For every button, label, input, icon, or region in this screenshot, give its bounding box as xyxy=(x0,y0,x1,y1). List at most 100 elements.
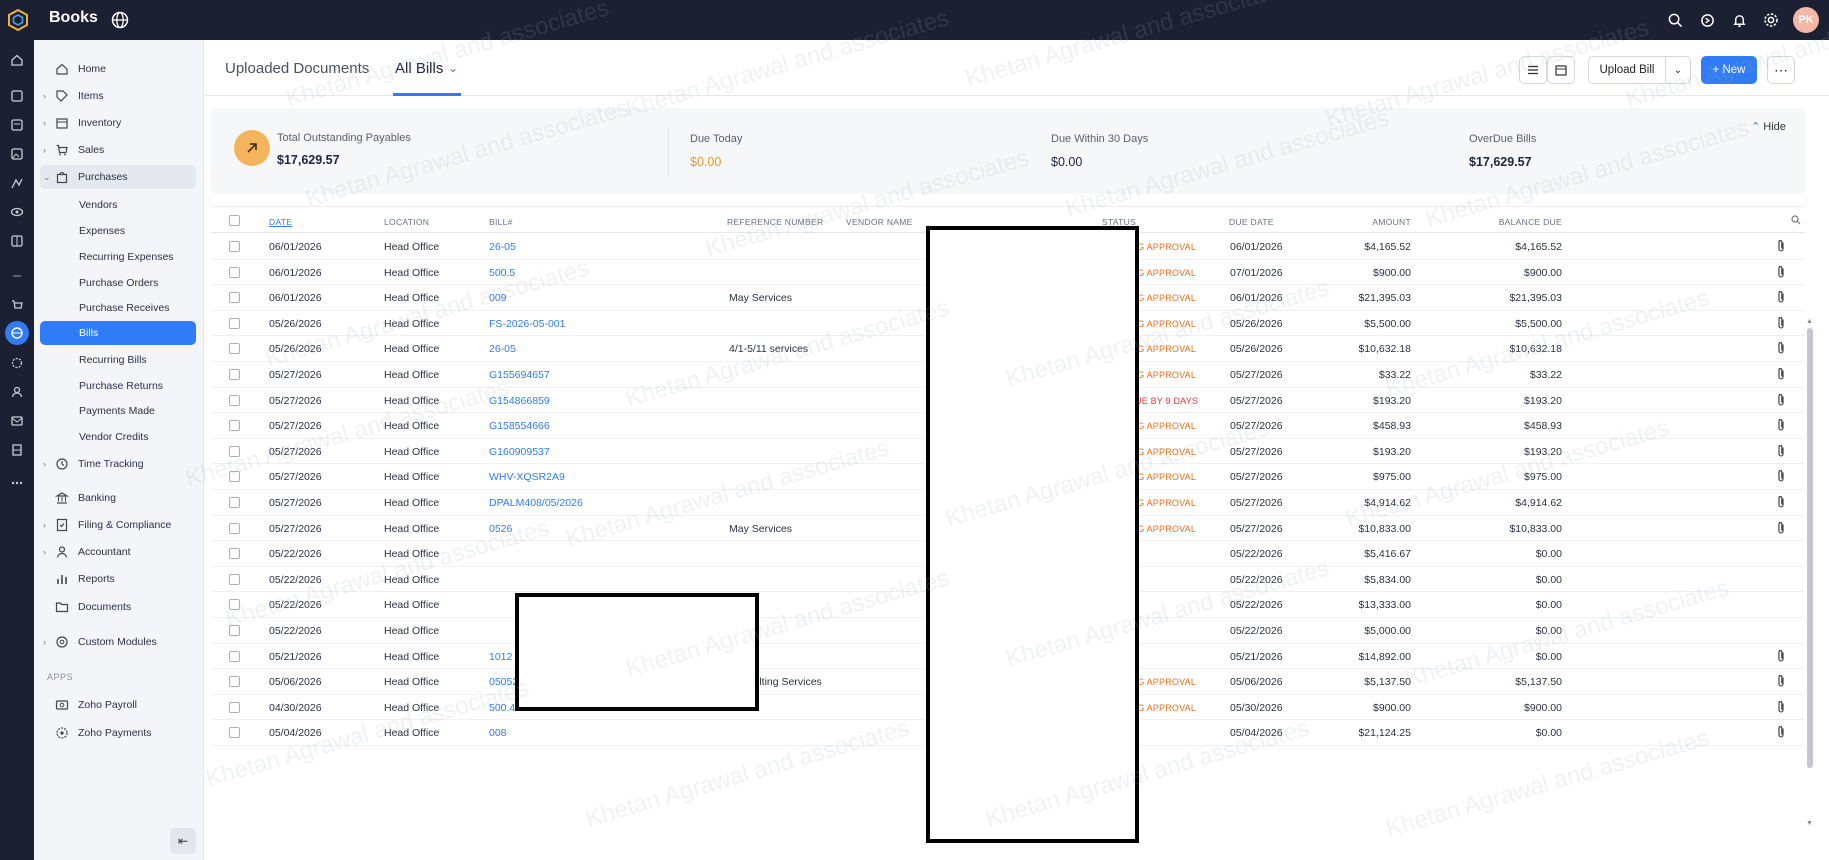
row-checkbox[interactable] xyxy=(229,522,240,534)
collapse-sidebar-button[interactable]: ⇤ xyxy=(170,828,196,854)
sidebar-item-zoho-payroll[interactable]: Zoho Payroll xyxy=(40,693,196,717)
rail-more-icon[interactable] xyxy=(7,473,27,493)
attachment-icon[interactable] xyxy=(1776,700,1786,714)
rail-cart-icon[interactable] xyxy=(7,295,27,315)
row-checkbox[interactable] xyxy=(229,497,240,508)
attachment-icon[interactable] xyxy=(1776,316,1786,330)
bell-icon[interactable] xyxy=(1729,10,1749,30)
sidebar-item-home[interactable]: Home xyxy=(40,57,196,81)
grid-view-button[interactable] xyxy=(1547,56,1575,84)
row-checkbox[interactable] xyxy=(229,676,240,688)
row-checkbox[interactable] xyxy=(229,650,240,662)
sidebar-item-inventory[interactable]: › Inventory xyxy=(40,111,196,135)
row-checkbox[interactable] xyxy=(229,445,240,457)
attachment-icon[interactable] xyxy=(1776,495,1786,509)
attachment-icon[interactable] xyxy=(1776,239,1786,253)
row-checkbox[interactable] xyxy=(229,266,240,278)
hide-summary-button[interactable]: ⌃ Hide xyxy=(1751,120,1786,133)
row-checkbox[interactable] xyxy=(229,625,240,636)
sidebar-item-purchase-orders[interactable]: Purchase Orders xyxy=(40,271,196,295)
attachment-icon[interactable] xyxy=(1776,341,1786,355)
sidebar-item-recurring-expenses[interactable]: Recurring Expenses xyxy=(40,245,196,269)
scroll-up-arrow-icon[interactable]: ▲ xyxy=(1806,318,1813,325)
row-checkbox[interactable] xyxy=(229,420,240,432)
cell-bill-number-link[interactable]: 26-05 xyxy=(489,241,516,253)
rail-analytics-icon[interactable] xyxy=(7,173,27,193)
cell-bill-number-link[interactable]: G154866859 xyxy=(489,395,550,407)
sidebar-item-zoho-payments[interactable]: Zoho Payments xyxy=(40,721,196,745)
sidebar-item-expenses[interactable]: Expenses xyxy=(40,219,196,243)
row-checkbox[interactable] xyxy=(229,573,240,585)
sidebar-item-reports[interactable]: Reports xyxy=(40,567,196,591)
row-checkbox[interactable] xyxy=(229,548,240,560)
cell-bill-number-link[interactable]: 26-05 xyxy=(489,343,516,355)
column-vendor-name[interactable]: VENDOR NAME xyxy=(846,217,913,227)
list-view-button[interactable] xyxy=(1519,56,1547,84)
rail-grid-icon[interactable] xyxy=(7,231,27,251)
rail-building-icon[interactable] xyxy=(7,440,27,460)
sidebar-item-recurring-bills[interactable]: Recurring Bills xyxy=(40,348,196,372)
sidebar-item-items[interactable]: › Items xyxy=(40,84,196,108)
new-bill-button[interactable]: + New xyxy=(1701,56,1757,84)
sidebar-item-purchase-returns[interactable]: Purchase Returns xyxy=(40,374,196,398)
sidebar-item-purchases[interactable]: ⌄ Purchases xyxy=(40,165,196,189)
row-checkbox[interactable] xyxy=(229,241,240,252)
cell-bill-number-link[interactable]: DPALM408/05/2026 xyxy=(489,497,583,509)
table-search-icon[interactable] xyxy=(1791,215,1801,227)
column-bill-number[interactable]: BILL# xyxy=(489,217,513,227)
row-checkbox[interactable] xyxy=(229,343,240,355)
attachment-icon[interactable] xyxy=(1776,674,1786,688)
sidebar-item-sales[interactable]: › Sales xyxy=(40,138,196,162)
attachment-icon[interactable] xyxy=(1776,393,1786,407)
cell-bill-number-link[interactable]: G155694657 xyxy=(489,369,550,381)
attachment-icon[interactable] xyxy=(1776,418,1786,432)
column-location[interactable]: LOCATION xyxy=(384,217,429,227)
search-icon[interactable] xyxy=(1665,10,1685,30)
rail-documents-icon[interactable] xyxy=(7,115,27,135)
row-checkbox[interactable] xyxy=(229,599,240,611)
row-checkbox[interactable] xyxy=(229,369,240,380)
sidebar-item-vendors[interactable]: Vendors xyxy=(40,193,196,217)
row-checkbox[interactable] xyxy=(229,701,240,713)
cell-bill-number-link[interactable]: 0526 xyxy=(489,523,512,535)
upload-options-button[interactable]: ⌄ xyxy=(1665,56,1691,84)
sidebar-item-purchase-receives[interactable]: Purchase Receives xyxy=(40,296,196,320)
attachment-icon[interactable] xyxy=(1776,649,1786,663)
zoho-books-logo-icon[interactable] xyxy=(6,8,30,32)
cell-bill-number-link[interactable]: 500.4 xyxy=(489,702,515,714)
sidebar-item-banking[interactable]: Banking xyxy=(40,486,196,510)
sidebar-item-filing-compliance[interactable]: › Filing & Compliance xyxy=(40,513,196,537)
sidebar-item-time-tracking[interactable]: › Time Tracking xyxy=(40,452,196,476)
column-due-date[interactable]: DUE DATE xyxy=(1229,217,1274,227)
cell-bill-number-link[interactable]: 1012 xyxy=(489,651,512,663)
upload-bill-button[interactable]: Upload Bill xyxy=(1588,56,1666,84)
gear-icon[interactable] xyxy=(1761,10,1781,30)
rail-mail-icon[interactable] xyxy=(7,411,27,431)
rail-people-icon[interactable] xyxy=(7,382,27,402)
attachment-icon[interactable] xyxy=(1776,725,1786,739)
cell-bill-number-link[interactable]: 500.5 xyxy=(489,267,515,279)
cell-bill-number-link[interactable]: WHV-XQSR2A9 xyxy=(489,471,565,483)
app-title[interactable]: Books xyxy=(49,9,98,27)
sidebar-item-bills[interactable]: Bills xyxy=(40,321,196,345)
row-checkbox[interactable] xyxy=(229,394,240,406)
attachment-icon[interactable] xyxy=(1776,469,1786,483)
rail-inbox-icon[interactable] xyxy=(7,86,27,106)
chevron-down-icon[interactable]: ⌄ xyxy=(448,61,458,75)
refresh-icon[interactable] xyxy=(1697,10,1717,30)
tab-uploaded-documents[interactable]: Uploaded Documents xyxy=(225,60,369,77)
row-checkbox[interactable] xyxy=(229,727,240,739)
sidebar-item-payments-made[interactable]: Payments Made xyxy=(40,399,196,423)
column-amount[interactable]: AMOUNT xyxy=(1331,217,1411,227)
cell-bill-number-link[interactable]: FS-2026-05-001 xyxy=(489,318,565,330)
rail-eye-icon[interactable] xyxy=(7,202,27,222)
rail-settings-icon[interactable] xyxy=(7,353,27,373)
rail-books-icon[interactable] xyxy=(5,321,29,345)
globe-icon[interactable] xyxy=(110,10,130,30)
attachment-icon[interactable] xyxy=(1776,265,1786,279)
cell-bill-number-link[interactable]: 008 xyxy=(489,727,507,739)
row-checkbox[interactable] xyxy=(229,471,240,483)
attachment-icon[interactable] xyxy=(1776,290,1786,304)
scroll-down-arrow-icon[interactable]: ▼ xyxy=(1806,820,1813,827)
attachment-icon[interactable] xyxy=(1776,444,1786,458)
